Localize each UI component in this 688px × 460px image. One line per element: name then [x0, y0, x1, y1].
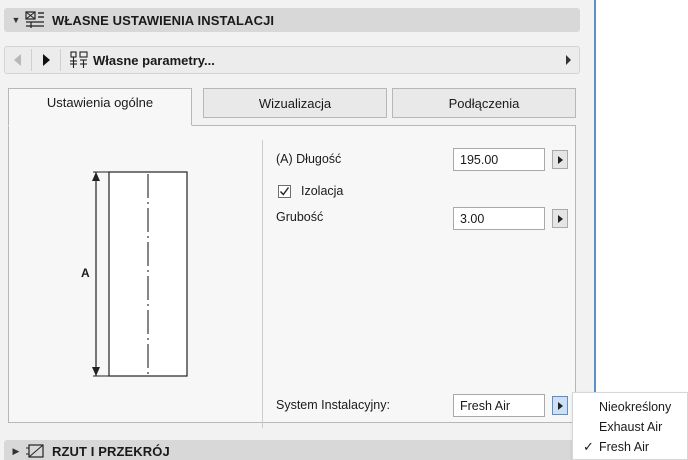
option-label: Exhaust Air	[599, 420, 663, 434]
section-header-custom-settings[interactable]: ▼ WŁASNE USTAWIENIA INSTALACJI	[4, 8, 580, 32]
dropdown-option-exhaust-air[interactable]: Exhaust Air	[573, 417, 687, 437]
tab-label: Wizualizacja	[258, 95, 332, 111]
section-title: WŁASNE USTAWIENIA INSTALACJI	[52, 12, 275, 28]
plan-section-icon	[24, 442, 46, 460]
thickness-field[interactable]: 3.00	[453, 207, 545, 230]
nav-divider	[31, 49, 32, 71]
duct-settings-icon	[24, 11, 46, 29]
duct-preview-diagram: A	[76, 162, 196, 392]
tab-visualization[interactable]: Wizualizacja	[203, 88, 387, 118]
option-label: Nieokreślony	[599, 400, 672, 414]
settings-panel: ▼ WŁASNE USTAWIENIA INSTALACJI Własne pa…	[0, 0, 594, 460]
length-label: (A) Długość	[276, 152, 342, 166]
insulation-label: Izolacja	[301, 184, 344, 198]
tab-label: Podłączenia	[448, 95, 520, 111]
parameter-navbar: Własne parametry...	[4, 46, 580, 74]
prev-arrow-icon[interactable]	[5, 48, 29, 72]
dropdown-option-undefined[interactable]: Nieokreślony	[573, 397, 687, 417]
tab-label: Ustawienia ogólne	[46, 95, 154, 110]
thickness-stepper[interactable]	[552, 209, 568, 228]
thickness-label: Grubość	[276, 210, 324, 224]
option-label: Fresh Air	[599, 440, 650, 454]
collapse-arrow-icon[interactable]: ▼	[8, 15, 24, 25]
properties-divider	[262, 140, 263, 428]
nav-divider	[60, 49, 61, 71]
length-stepper[interactable]	[552, 150, 568, 169]
system-label: System Instalacyjny:	[276, 398, 390, 412]
system-dropdown-button[interactable]	[552, 396, 568, 415]
section-header-plan-section[interactable]: ▶ RZUT I PRZEKRÓJ	[4, 440, 580, 460]
system-dropdown-menu: Nieokreślony Exhaust Air ✓ Fresh Air	[572, 392, 688, 460]
expand-arrow-icon[interactable]: ▶	[8, 446, 24, 457]
parameters-icon	[67, 49, 91, 71]
tab-bar: Ustawienia ogólne Wizualizacja Podłączen…	[8, 88, 576, 126]
next-arrow-icon[interactable]	[34, 48, 58, 72]
checkmark-icon	[279, 187, 290, 196]
navbar-title[interactable]: Własne parametry...	[93, 53, 215, 68]
dropdown-option-fresh-air[interactable]: ✓ Fresh Air	[573, 437, 687, 457]
expand-right-icon[interactable]	[566, 55, 571, 65]
panel-edge	[594, 0, 596, 460]
tab-connections[interactable]: Podłączenia	[392, 88, 576, 118]
tab-general-settings[interactable]: Ustawienia ogólne	[8, 88, 192, 126]
length-field[interactable]: 195.00	[453, 148, 545, 171]
system-field[interactable]: Fresh Air	[453, 394, 545, 417]
checkmark-icon: ✓	[583, 439, 594, 454]
insulation-checkbox[interactable]	[278, 185, 291, 198]
dimension-label: A	[80, 265, 91, 281]
section-title: RZUT I PRZEKRÓJ	[52, 443, 170, 459]
